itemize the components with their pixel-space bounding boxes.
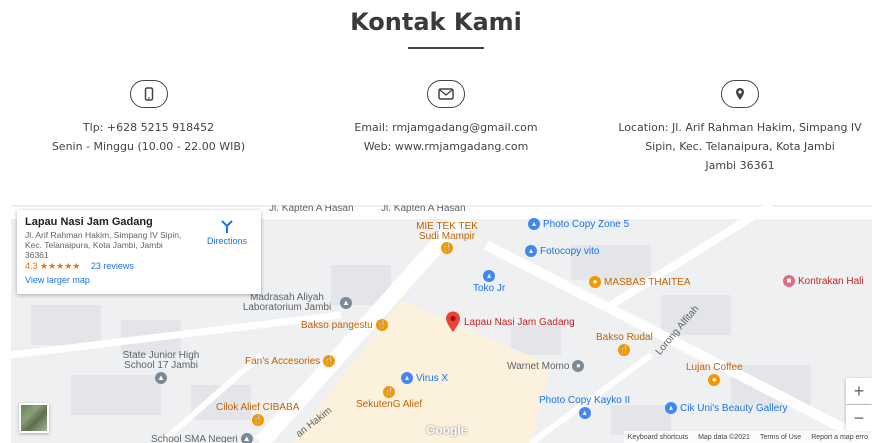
zoom-in-button[interactable]: + — [846, 378, 872, 404]
rating-value: 4.3 — [25, 261, 38, 271]
star-icon: ★★★★★ — [40, 261, 81, 271]
street-label-kapten-hasan-2: Jl. Kapten A Hasan — [381, 205, 466, 214]
poi-state-junior-high[interactable]: State Junior High School 17 Jambi ▲ — [111, 351, 211, 384]
zoom-out-button[interactable]: − — [846, 405, 872, 431]
address-line-3: Jambi 36361 — [705, 159, 775, 172]
poi-sekuteng-alief[interactable]: 🍴 SekutenG Alief — [356, 386, 422, 410]
restaurant-icon: 🍴 — [618, 344, 631, 356]
poi-label: SekutenG Alief — [356, 399, 423, 410]
contact-phone-block: Tlp: +628 5215 918452 Senin - Minggu (10… — [20, 80, 277, 156]
poi-label: Warnet Momo — [507, 360, 570, 372]
poi-bakso-pangestu[interactable]: Bakso pangestu 🍴 — [301, 319, 388, 331]
contact-email-block: Email: rmjamgadang@gmail.com Web: www.rm… — [310, 80, 582, 156]
school-icon: ▲ — [240, 433, 253, 443]
poi-label: Bakso Rudal — [596, 332, 653, 343]
phone-text: Tlp: +628 5215 918452 — [82, 121, 215, 134]
poi-madrasah[interactable]: Madrasah Aliyah Laboratorium Jambi ▲ — [237, 293, 352, 313]
street-label-kapten-hasan-1: Jl. Kapten A Hasan — [269, 205, 354, 214]
poi-label: Bakso pangestu — [301, 319, 373, 331]
poi-label: Fan's Accesories — [245, 355, 321, 367]
poi-label: Cilok Alief CIBABA — [216, 402, 300, 413]
poi-label: Photo Copy Kayko II — [539, 395, 631, 406]
poi-warnet-momo[interactable]: Warnet Momo ● — [507, 360, 585, 372]
poi-label: Lujan Coffee — [686, 362, 743, 373]
title-divider — [408, 47, 484, 49]
view-larger-map-link[interactable]: View larger map — [25, 275, 253, 285]
address-line-2: Sipin, Kec. Telanaipura, Kota Jambi — [645, 140, 835, 153]
poi-label: Photo Copy Zone 5 — [543, 218, 630, 230]
email-text[interactable]: Email: rmjamgadang@gmail.com — [310, 118, 582, 137]
phone-icon — [129, 80, 168, 108]
poi-bakso-rudal[interactable]: Bakso Rudal 🍴 — [596, 332, 653, 356]
poi-label: Fotocopy vito — [540, 245, 600, 257]
poi-fotocopy-vito[interactable]: ▴ Fotocopy vito — [525, 245, 599, 257]
poi-lujan-coffee[interactable]: Lujan Coffee ● — [686, 362, 743, 386]
shop-icon: ▴ — [525, 245, 537, 257]
location-pin-icon — [721, 80, 759, 108]
restaurant-icon: 🍴 — [383, 386, 396, 398]
map-footer: Keyboard shortcuts Map data ©2021 Terms … — [623, 431, 872, 443]
school-icon: ▲ — [340, 297, 352, 309]
poi-label: Toko Jr — [473, 283, 506, 294]
report-error-link[interactable]: Report a map erro — [811, 434, 868, 441]
poi-kontrakan[interactable]: ■ Kontrakan Hali — [783, 275, 864, 287]
poi-label: State Junior High School 17 Jambi — [122, 350, 200, 371]
place-address: Jl. Arif Rahman Hakim, Simpang IV Sipin,… — [25, 230, 182, 260]
google-logo: Google — [426, 423, 468, 437]
map-data-attribution: Map data ©2021 — [698, 433, 750, 441]
poi-photo-copy-kayko[interactable]: Photo Copy Kayko II ▴ — [539, 395, 630, 419]
home-icon: ■ — [783, 275, 795, 287]
terms-of-use-link[interactable]: Terms of Use — [760, 434, 801, 441]
embedded-map[interactable]: Jl. Kapten A Hasan Jl. Kapten A Hasan Lo… — [11, 205, 872, 443]
cafe-icon: ● — [589, 276, 601, 288]
directions-label: Directions — [206, 236, 247, 246]
web-text[interactable]: Web: www.rmjamgadang.com — [310, 137, 582, 156]
poi-lapau-nasi-jam-gadang[interactable]: Lapau Nasi Jam Gadang — [445, 311, 575, 333]
poi-label: Lapau Nasi Jam Gadang — [464, 316, 575, 328]
restaurant-icon: 🍴 — [441, 242, 453, 254]
place-rating: 4.3 ★★★★★ 23 reviews — [25, 261, 253, 272]
poi-label: School SMA Negeri — [151, 433, 238, 443]
poi-cik-uni-beauty[interactable]: ▴ Cik Uni's Beauty Gallery — [665, 402, 788, 414]
reviews-link[interactable]: 23 reviews — [91, 261, 134, 271]
shop-icon: ▴ — [401, 372, 413, 384]
directions-icon — [221, 220, 233, 233]
poi-sma-negeri[interactable]: School SMA Negeri ▲ — [151, 433, 253, 443]
page-title: Kontak Kami — [350, 8, 522, 36]
restaurant-icon: 🍴 — [323, 355, 336, 367]
poi-cilok-alief[interactable]: Cilok Alief CIBABA 🍴 — [216, 402, 299, 426]
shop-icon: ▴ — [665, 402, 677, 414]
poi-photo-copy-zone[interactable]: ▴ Photo Copy Zone 5 — [528, 218, 629, 230]
shop-icon: ▴ — [483, 270, 496, 282]
contact-location-block: Location: Jl. Arif Rahman Hakim, Simpang… — [608, 80, 872, 175]
poi-label: MIE TEK TEK Sudi Mampir — [416, 221, 478, 242]
restaurant-icon: 🍴 — [251, 414, 264, 426]
poi-label: Virus X — [416, 372, 449, 384]
address-line-1: Location: Jl. Arif Rahman Hakim, Simpang… — [618, 121, 862, 134]
place-info-card: Lapau Nasi Jam Gadang Jl. Arif Rahman Ha… — [17, 210, 261, 294]
opening-hours-text: Senin - Minggu (10.00 - 22.00 WIB) — [51, 140, 246, 153]
poi-label: MASBAS THAITEA — [604, 276, 691, 288]
poi-label: Cik Uni's Beauty Gallery — [680, 402, 788, 414]
shop-icon: ▴ — [528, 218, 540, 230]
poi-label: Kontrakan Hali — [798, 275, 864, 287]
directions-button[interactable]: Directions — [203, 220, 251, 246]
restaurant-icon: 🍴 — [375, 319, 388, 331]
poi-mie-tek-tek[interactable]: MIE TEK TEK Sudi Mampir 🍴 — [407, 222, 487, 254]
mail-icon — [427, 80, 465, 108]
satellite-toggle-button[interactable] — [19, 403, 49, 433]
pin-icon: ● — [572, 360, 585, 372]
school-icon: ▲ — [155, 372, 167, 384]
poi-fans-accesories[interactable]: Fan's Accesories 🍴 — [245, 355, 336, 367]
poi-masbas-thaitea[interactable]: ● MASBAS THAITEA — [589, 276, 691, 288]
keyboard-shortcuts-link[interactable]: Keyboard shortcuts — [628, 434, 688, 441]
poi-virus-x[interactable]: ▴ Virus X — [401, 372, 448, 384]
poi-label: Madrasah Aliyah Laboratorium Jambi — [242, 292, 332, 313]
cafe-icon: ● — [708, 374, 721, 386]
poi-toko-jr[interactable]: ▴ Toko Jr — [473, 270, 505, 294]
shop-icon: ▴ — [578, 407, 591, 419]
map-marker-icon — [446, 311, 460, 332]
